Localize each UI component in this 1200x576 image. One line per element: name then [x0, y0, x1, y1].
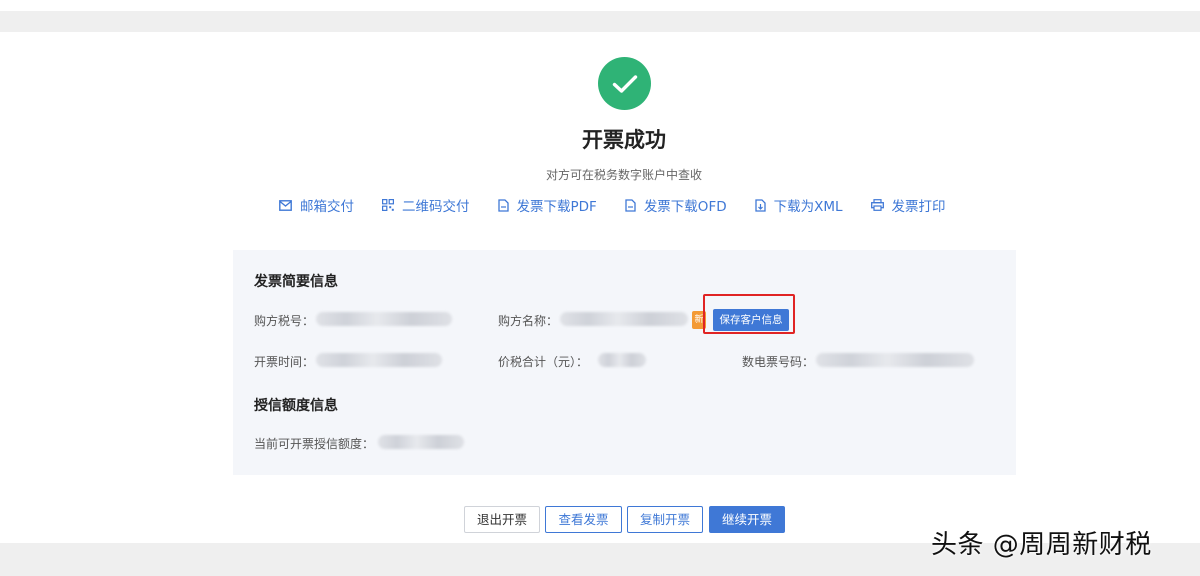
copy-invoicing-button[interactable]: 复制开票 — [627, 506, 703, 533]
page-title: 开票成功 — [582, 128, 666, 152]
qrcode-icon — [382, 199, 394, 211]
print-invoice-link[interactable]: 发票打印 — [870, 195, 946, 215]
success-check-icon — [598, 57, 651, 110]
buyer-tax-id-label: 购方税号： — [254, 314, 315, 328]
mail-icon — [279, 199, 292, 211]
email-delivery-label: 邮箱交付 — [300, 199, 354, 215]
issue-time-redacted — [316, 353, 442, 367]
xml-download-link[interactable]: 下载为XML — [754, 195, 843, 215]
ofd-download-label: 发票下载OFD — [643, 199, 727, 215]
available-quota-redacted — [378, 435, 464, 449]
available-quota-label: 当前可开票授信额度： — [254, 437, 375, 451]
red-highlight-annotation — [703, 294, 795, 334]
issue-time-label: 开票时间： — [254, 355, 315, 369]
buyer-name-redacted — [560, 312, 688, 326]
continue-invoicing-button[interactable]: 继续开票 — [709, 506, 785, 533]
e-invoice-number-redacted — [816, 353, 974, 367]
total-with-tax-redacted — [598, 353, 646, 367]
xml-file-icon — [754, 198, 766, 212]
invoice-summary-title: 发票简要信息 — [254, 274, 338, 290]
buyer-tax-id-redacted — [316, 312, 452, 326]
qrcode-delivery-link[interactable]: 二维码交付 — [382, 195, 470, 215]
e-invoice-number-label: 数电票号码： — [742, 355, 815, 369]
print-invoice-label: 发票打印 — [891, 199, 946, 215]
qrcode-delivery-label: 二维码交付 — [402, 199, 470, 215]
exit-invoicing-button[interactable]: 退出开票 — [464, 506, 540, 533]
pdf-download-label: 发票下载PDF — [516, 199, 597, 215]
delivery-actions: 邮箱交付 二维码交付 发票下载PDF 发票下载OFD 下载为XML 发票打印 — [279, 195, 946, 215]
top-gray-strip — [0, 11, 1200, 32]
printer-icon — [870, 199, 884, 211]
credit-info-title: 授信额度信息 — [254, 398, 338, 414]
ofd-download-link[interactable]: 发票下载OFD — [625, 195, 727, 215]
view-invoice-button[interactable]: 查看发票 — [545, 506, 622, 533]
total-with-tax-label: 价税合计（元）： — [498, 355, 589, 369]
xml-download-label: 下载为XML — [773, 199, 843, 215]
ofd-file-icon — [625, 198, 636, 212]
buyer-name-label: 购方名称： — [498, 314, 559, 328]
page-subtitle: 对方可在税务数字账户中查收 — [545, 168, 702, 182]
email-delivery-link[interactable]: 邮箱交付 — [279, 195, 354, 215]
pdf-file-icon — [497, 198, 509, 212]
pdf-download-link[interactable]: 发票下载PDF — [497, 195, 597, 215]
watermark-text: 头条 @周周新财税 — [931, 530, 1152, 560]
